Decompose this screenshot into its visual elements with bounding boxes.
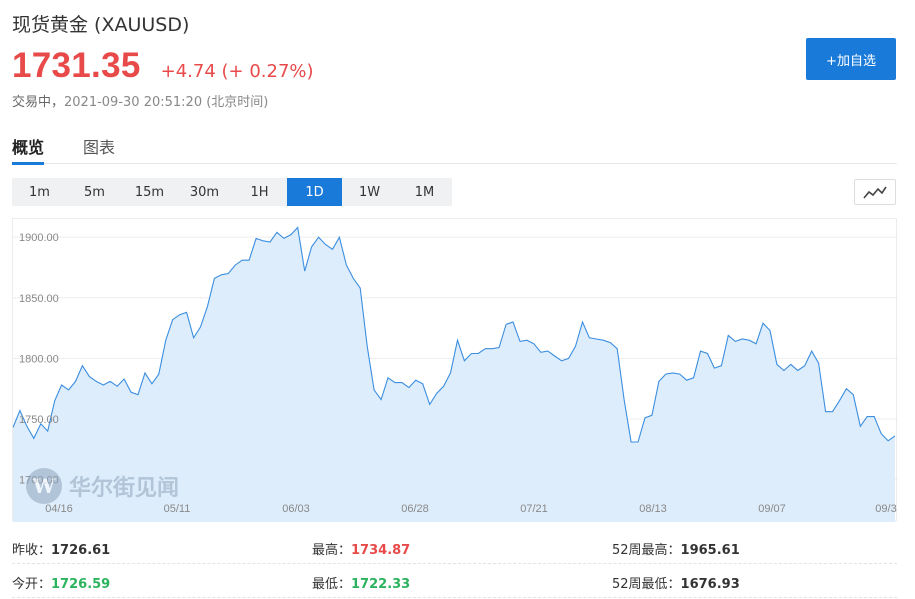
stat-high: 最高：1734.87: [312, 543, 411, 558]
y-tick-label: 1800.00: [19, 353, 59, 365]
stat-52w-high: 52周最高：1965.61: [612, 543, 740, 558]
status-label: 交易中，: [12, 95, 65, 110]
timestamp: 2021-09-30 20:51:20: [64, 95, 203, 110]
x-tick-label: 04/16: [45, 503, 73, 515]
x-tick-label: 07/21: [520, 503, 548, 515]
y-tick-label: 1750.00: [19, 414, 59, 426]
tab-bar: 概览 图表: [12, 134, 897, 165]
tab-overview[interactable]: 概览: [12, 134, 45, 165]
stats-row: 昨收：1726.61 最高：1734.87 52周最高：1965.61: [12, 530, 897, 564]
period-5m[interactable]: 5m: [67, 178, 122, 206]
page-title: 现货黄金 (XAUUSD): [12, 14, 190, 36]
x-tick-label: 05/11: [164, 503, 191, 515]
price-row: 1731.35 +4.74 (+ 0.27%): [12, 46, 314, 86]
stats-table: 昨收：1726.61 最高：1734.87 52周最高：1965.61 今开：1…: [12, 530, 897, 598]
chart-svg: 1900.001850.001800.001750.001700.00W华尔街见…: [13, 226, 898, 522]
y-tick-label: 1850.00: [19, 293, 59, 305]
x-tick-label: 09/07: [758, 503, 786, 515]
watermark-letter: W: [32, 474, 56, 498]
y-tick-label: 1900.00: [19, 232, 59, 244]
stat-52w-low: 52周最低：1676.93: [612, 577, 740, 592]
period-1mo[interactable]: 1M: [397, 178, 452, 206]
period-1d[interactable]: 1D: [287, 178, 342, 206]
period-1h[interactable]: 1H: [232, 178, 287, 206]
price-chart[interactable]: 1900.001850.001800.001750.001700.00W华尔街见…: [12, 218, 898, 522]
line-chart-icon: [863, 186, 887, 199]
stats-row: 今开：1726.59 最低：1722.33 52周最低：1676.93: [12, 564, 897, 598]
tab-chart[interactable]: 图表: [83, 134, 115, 164]
current-price: 1731.35: [12, 46, 141, 85]
stat-prev-close: 昨收：1726.61: [12, 543, 111, 558]
period-30m[interactable]: 30m: [177, 178, 232, 206]
period-selector: 1m 5m 15m 30m 1H 1D 1W 1M: [12, 178, 452, 206]
stat-low: 最低：1722.33: [312, 577, 411, 592]
chart-type-button[interactable]: [854, 179, 896, 205]
watermark-text: 华尔街见闻: [69, 475, 179, 501]
x-tick-label: 06/03: [282, 503, 310, 515]
x-tick-label: 08/13: [639, 503, 667, 515]
x-tick-label: 09/3: [875, 503, 896, 515]
add-watchlist-button[interactable]: +加自选: [806, 38, 896, 80]
x-tick-label: 06/28: [401, 503, 429, 515]
stat-open: 今开：1726.59: [12, 577, 111, 592]
price-change: +4.74 (+ 0.27%): [160, 61, 314, 82]
timezone-label: (北京时间): [206, 95, 269, 110]
period-1w[interactable]: 1W: [342, 178, 397, 206]
period-15m[interactable]: 15m: [122, 178, 177, 206]
trading-status: 交易中，2021-09-30 20:51:20 (北京时间): [12, 91, 268, 110]
period-1m[interactable]: 1m: [12, 178, 67, 206]
